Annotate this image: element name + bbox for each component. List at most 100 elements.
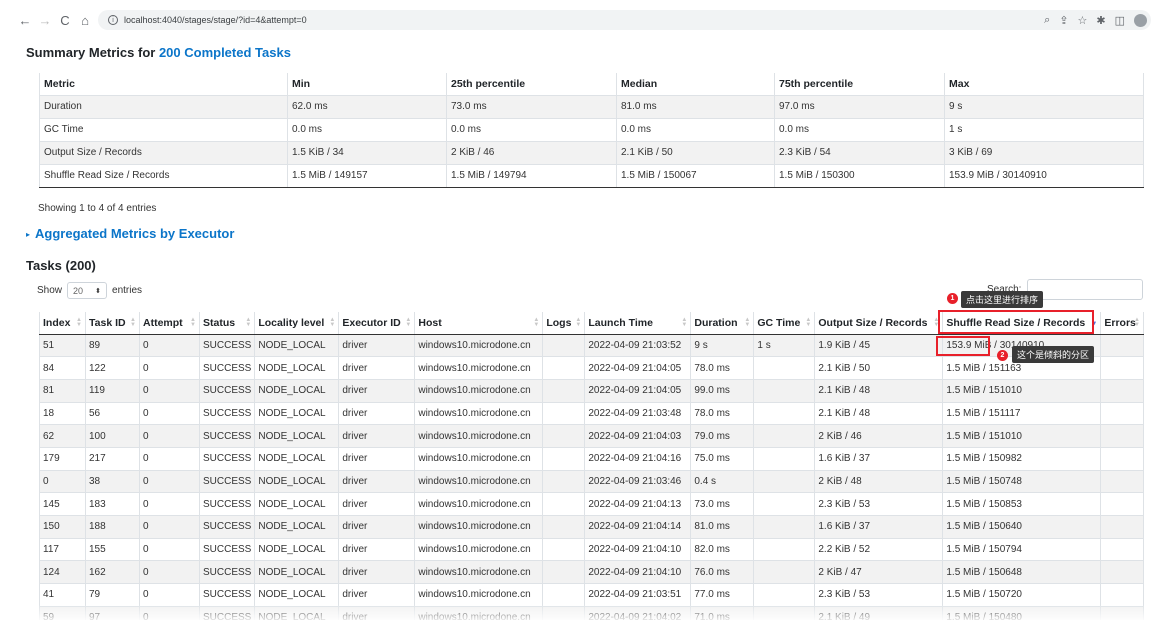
task-cell-shuffle-read: 1.5 MiB / 150648 [942, 560, 1102, 584]
extensions-icon[interactable]: ✱ [1096, 14, 1105, 27]
task-cell-host: windows10.microdone.cn [414, 333, 544, 357]
col-duration[interactable]: Duration ▲ ▼ [690, 312, 755, 335]
task-cell-output-size: 2 KiB / 48 [814, 469, 944, 493]
task-cell-logs [542, 378, 586, 403]
task-cell-index: 62 [39, 424, 86, 448]
task-cell-locality: NODE_LOCAL [254, 378, 340, 403]
summary-cell: 153.9 MiB / 30140910 [944, 163, 1144, 188]
show-label: Show [37, 285, 63, 296]
task-cell-status: SUCCESS [199, 560, 256, 584]
task-cell-host: windows10.microdone.cn [414, 401, 544, 425]
task-cell-duration: 82.0 ms [690, 537, 755, 561]
search-input[interactable] [1027, 279, 1143, 300]
task-cell-locality: NODE_LOCAL [254, 492, 340, 516]
task-cell-logs [542, 424, 586, 448]
task-cell-shuffle-read: 1.5 MiB / 150982 [942, 446, 1102, 471]
aggregated-metrics-toggle[interactable]: ▸ Aggregated Metrics by Executor [26, 226, 234, 241]
task-cell-index: 81 [39, 378, 86, 403]
task-cell-duration: 78.0 ms [690, 356, 755, 380]
col-output-size[interactable]: Output Size / Records ▲ ▼ [814, 312, 944, 335]
home-icon[interactable]: ⌂ [76, 11, 94, 29]
col-logs[interactable]: Logs ▲ ▼ [542, 312, 586, 335]
task-cell-logs [542, 515, 586, 539]
task-cell-locality: NODE_LOCAL [254, 583, 340, 607]
task-cell-errors [1100, 515, 1144, 539]
profile-avatar-icon[interactable] [1134, 14, 1147, 27]
task-cell-output-size: 2 KiB / 47 [814, 560, 944, 584]
col-status[interactable]: Status ▲ ▼ [199, 312, 256, 335]
task-cell-errors [1100, 356, 1144, 380]
col-locality[interactable]: Locality level ▲ ▼ [254, 312, 340, 335]
col-executor-id[interactable]: Executor ID ▲ ▼ [338, 312, 416, 335]
bookmark-star-icon[interactable]: ☆ [1078, 14, 1088, 27]
task-row: 124 162 0 SUCCESS NODE_LOCAL driver windows10.… [39, 560, 1144, 584]
sort-icon: ▲ ▼ [245, 317, 252, 328]
summary-cell: 62.0 ms [287, 94, 447, 118]
col-index[interactable]: Index ▲ ▼ [39, 312, 86, 335]
task-cell-duration: 73.0 ms [690, 492, 755, 516]
task-cell-output-size: 2 KiB / 46 [814, 424, 944, 448]
task-row: 81 119 0 SUCCESS NODE_LOCAL driver windows10.m… [39, 378, 1144, 403]
share-icon[interactable]: ⇪ [1059, 14, 1068, 27]
task-cell-status: SUCCESS [199, 515, 256, 539]
zoom-icon[interactable]: ⌕ [1044, 14, 1050, 27]
task-cell-output-size: 1.9 KiB / 45 [814, 333, 944, 357]
summary-col-min: Min [287, 73, 447, 96]
page-length-select[interactable]: 20 ⬍ [67, 282, 108, 299]
task-cell-attempt: 0 [139, 492, 200, 516]
task-cell-launch-time: 2022-04-09 21:04:05 [584, 378, 692, 403]
sort-icon: ▲ ▼ [533, 317, 540, 328]
task-cell-shuffle-read: 1.5 MiB / 151010 [942, 424, 1102, 448]
task-cell-duration: 79.0 ms [690, 424, 755, 448]
back-icon[interactable]: ← [16, 11, 34, 29]
task-cell-gc-time [753, 356, 816, 380]
task-cell-executor-id: driver [338, 356, 416, 380]
task-cell-task-id: 79 [85, 583, 140, 607]
task-cell-launch-time: 2022-04-09 21:04:03 [584, 424, 692, 448]
task-cell-status: SUCCESS [199, 492, 256, 516]
col-label: Executor ID [342, 316, 401, 329]
task-cell-task-id: 155 [85, 537, 140, 561]
col-attempt[interactable]: Attempt ▲ ▼ [139, 312, 200, 335]
col-launch-time[interactable]: Launch Time ▲ ▼ [584, 312, 692, 335]
summary-row-gc-time: GC Time 0.0 ms 0.0 ms 0.0 ms 0.0 ms 1 s [39, 117, 1144, 141]
col-label: Status [203, 316, 236, 329]
completed-tasks-link[interactable]: 200 Completed Tasks [159, 45, 291, 60]
forward-icon[interactable]: → [36, 11, 54, 29]
sidepanel-icon[interactable]: ◫ [1115, 14, 1125, 27]
annotation-step-2-tooltip: 这个是倾斜的分区 [1012, 346, 1095, 363]
col-gc-time[interactable]: GC Time ▲ ▼ [753, 312, 816, 335]
task-row: 84 122 0 SUCCESS NODE_LOCAL driver windows10.m… [39, 356, 1144, 380]
address-bar[interactable]: i localhost:4040/stages/stage/?id=4&atte… [98, 10, 1151, 30]
task-cell-attempt: 0 [139, 401, 200, 425]
task-cell-index: 41 [39, 583, 86, 607]
task-cell-locality: NODE_LOCAL [254, 333, 340, 357]
task-cell-status: SUCCESS [199, 469, 256, 493]
url-text: localhost:4040/stages/stage/?id=4&attemp… [124, 15, 307, 25]
task-cell-errors [1100, 537, 1144, 561]
info-icon[interactable]: i [108, 15, 118, 25]
task-cell-locality: NODE_LOCAL [254, 424, 340, 448]
select-arrows-icon: ⬍ [95, 287, 102, 295]
task-cell-gc-time [753, 537, 816, 561]
tasks-title: Tasks (200) [26, 258, 96, 273]
col-task-id[interactable]: Task ID ▲ ▼ [85, 312, 140, 335]
tasks-table: Index ▲ ▼ Task ID ▲ ▼ Attempt ▲ ▼ Status ▲ ▼ Loc… [39, 312, 1144, 620]
task-cell-host: windows10.microdone.cn [414, 446, 544, 471]
col-host[interactable]: Host ▲ ▼ [414, 312, 544, 335]
task-cell-executor-id: driver [338, 333, 416, 357]
task-cell-index: 179 [39, 446, 86, 471]
task-cell-shuffle-read: 1.5 MiB / 150748 [942, 469, 1102, 493]
task-row: 0 38 0 SUCCESS NODE_LOCAL driver windows10.mic… [39, 469, 1144, 493]
col-errors[interactable]: Errors ▲ ▼ [1100, 312, 1144, 335]
task-cell-shuffle-read: 1.5 MiB / 150794 [942, 537, 1102, 561]
reload-icon[interactable]: C [56, 11, 74, 29]
sort-icon: ▲ ▼ [805, 317, 812, 328]
task-cell-status: SUCCESS [199, 537, 256, 561]
task-cell-status: SUCCESS [199, 401, 256, 425]
col-label: Output Size / Records [818, 316, 928, 329]
col-label: GC Time [757, 316, 801, 329]
summary-col-p25: 25th percentile [446, 73, 617, 96]
task-cell-index: 150 [39, 515, 86, 539]
summary-cell: 2 KiB / 46 [446, 140, 617, 164]
